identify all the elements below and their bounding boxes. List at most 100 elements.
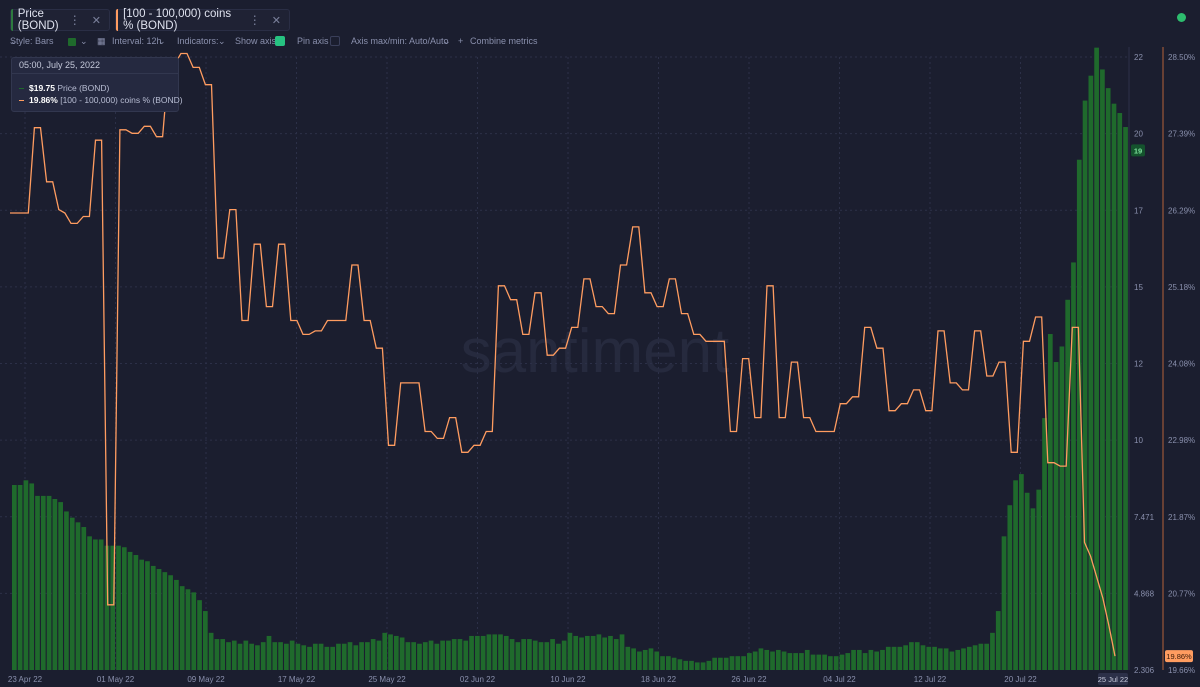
- price-bar: [532, 640, 538, 670]
- price-bar: [127, 551, 133, 670]
- price-bar: [723, 657, 729, 670]
- price-axis-tick: 2.306: [1134, 666, 1155, 675]
- price-bar: [897, 646, 903, 670]
- price-bar: [150, 565, 156, 670]
- x-tick-label: 18 Jun 22: [641, 675, 677, 684]
- price-bar: [336, 643, 341, 670]
- price-bar: [457, 639, 463, 670]
- x-tick-label: 25 May 22: [368, 675, 406, 684]
- price-bar: [955, 649, 961, 670]
- x-tick-label: 02 Jun 22: [460, 675, 496, 684]
- price-bar: [1001, 536, 1007, 670]
- x-tick-label: 10 Jun 22: [550, 675, 586, 684]
- tooltip-price-value: $19.75: [29, 83, 55, 93]
- price-bar: [52, 498, 58, 670]
- price-bar: [87, 536, 92, 670]
- price-bar: [191, 592, 197, 670]
- price-axis-tick: 7.471: [1134, 513, 1155, 522]
- price-bar: [1082, 100, 1088, 670]
- price-bar: [885, 646, 891, 670]
- price-bar: [446, 640, 451, 670]
- price-bar: [990, 632, 995, 670]
- price-bar: [764, 649, 770, 670]
- price-bar: [1065, 299, 1071, 670]
- price-bar: [469, 635, 474, 670]
- price-bar: [874, 651, 880, 670]
- price-bar: [949, 651, 955, 670]
- price-bar: [35, 495, 40, 670]
- price-bar: [1030, 508, 1036, 670]
- price-bar: [1024, 492, 1030, 670]
- price-axis-tick: 17: [1134, 206, 1143, 215]
- price-bar: [214, 639, 220, 670]
- tooltip-date: 05:00, July 25, 2022: [12, 58, 178, 74]
- price-bar: [318, 643, 324, 670]
- price-bar: [417, 643, 422, 670]
- price-bar: [156, 569, 162, 670]
- price-bar: [312, 643, 318, 670]
- price-axis-tick: 15: [1134, 283, 1143, 292]
- price-bar: [255, 645, 260, 670]
- price-bar: [868, 649, 874, 670]
- price-bar: [243, 640, 249, 670]
- price-current-label: 19: [1134, 146, 1142, 155]
- price-bar: [943, 648, 949, 670]
- price-bar: [498, 634, 503, 670]
- price-bar: [440, 640, 445, 670]
- price-bar: [920, 645, 926, 670]
- price-bar: [393, 635, 399, 670]
- price-bar: [1047, 334, 1053, 670]
- price-bar: [602, 637, 608, 670]
- price-bar: [619, 634, 625, 670]
- last-date-label: 25 Jul 22: [1098, 675, 1128, 684]
- tooltip-price-label: Price (BOND): [57, 83, 110, 93]
- price-axis-tick: 22: [1134, 53, 1143, 62]
- price-bar: [75, 522, 81, 670]
- price-bar: [816, 654, 822, 670]
- price-bar: [1053, 362, 1059, 670]
- price-bar: [1007, 505, 1013, 670]
- price-bar: [1123, 127, 1128, 670]
- price-bar: [966, 646, 972, 670]
- price-bar: [747, 653, 752, 670]
- x-tick-label: 04 Jul 22: [823, 675, 856, 684]
- price-bar: [758, 648, 764, 670]
- holders-axis-tick: 27.39%: [1168, 130, 1195, 139]
- x-tick-label: 09 May 22: [187, 675, 225, 684]
- price-bar: [121, 547, 127, 670]
- price-bar: [353, 645, 359, 670]
- holders-axis-tick: 25.18%: [1168, 283, 1195, 292]
- price-bar: [64, 511, 69, 670]
- price-bar: [463, 640, 469, 670]
- price-bar: [503, 635, 509, 670]
- price-bar: [376, 640, 382, 670]
- price-bar: [914, 642, 920, 670]
- price-bar: [671, 657, 677, 670]
- price-bar: [260, 642, 266, 670]
- price-bar: [1111, 103, 1117, 670]
- price-bar: [422, 642, 428, 670]
- price-bar: [1036, 489, 1042, 670]
- price-bar: [168, 575, 173, 670]
- price-bar: [775, 649, 781, 670]
- tooltip-holders-label: [100 - 100,000) coins % (BOND): [60, 95, 183, 105]
- price-bar: [307, 646, 312, 670]
- price-bar: [249, 643, 254, 670]
- price-bar: [862, 653, 868, 670]
- x-tick-label: 17 May 22: [278, 675, 316, 684]
- price-bar: [237, 643, 243, 670]
- price-bar: [665, 656, 671, 670]
- price-bar: [544, 642, 550, 670]
- tooltip-holders-row: 19.86% [100 - 100,000) coins % (BOND): [19, 95, 183, 105]
- holders-axis-tick: 21.87%: [1168, 513, 1195, 522]
- price-bar: [295, 643, 301, 670]
- price-bar: [851, 649, 856, 670]
- price-bar: [729, 656, 735, 670]
- watermark: santiment: [461, 317, 730, 386]
- price-bar: [972, 645, 978, 670]
- price-bar: [12, 484, 17, 670]
- price-bar: [793, 653, 799, 670]
- price-bar: [689, 660, 694, 670]
- holders-current-label: 19.86%: [1166, 652, 1192, 661]
- price-bar: [284, 643, 289, 670]
